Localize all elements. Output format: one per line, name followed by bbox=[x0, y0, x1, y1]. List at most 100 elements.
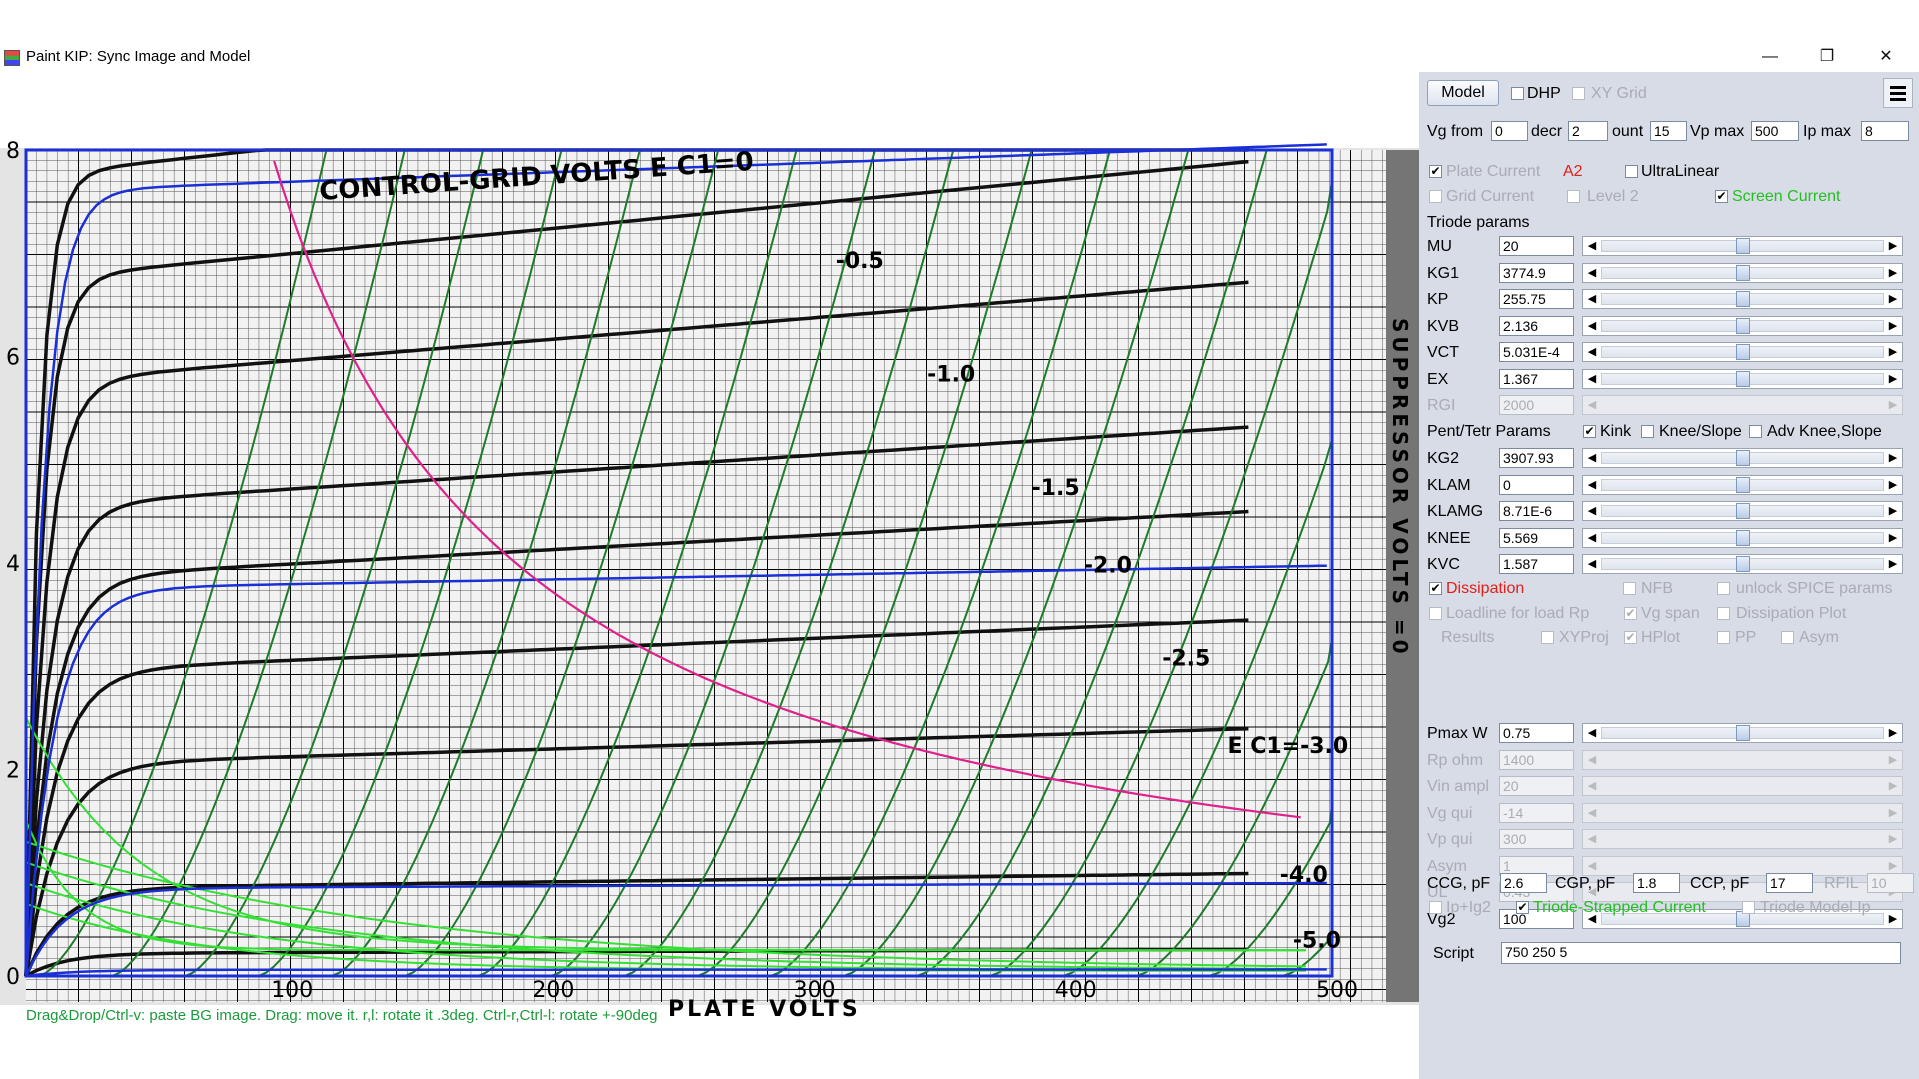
param-input[interactable]: 20 bbox=[1499, 776, 1574, 796]
hplot-checkbox[interactable]: ✔ bbox=[1624, 631, 1637, 644]
count-input[interactable]: 15 bbox=[1650, 121, 1687, 141]
slider-left-arrow-icon[interactable]: ◀ bbox=[1583, 237, 1601, 255]
screen-current-checkbox[interactable]: ✔ bbox=[1715, 190, 1728, 203]
param-slider[interactable]: ◀▶ bbox=[1582, 236, 1903, 256]
triode-model-checkbox[interactable] bbox=[1742, 901, 1755, 914]
param-slider[interactable]: ◀▶ bbox=[1582, 776, 1903, 796]
slider-thumb[interactable] bbox=[1735, 264, 1750, 281]
model-button[interactable]: Model bbox=[1427, 80, 1499, 106]
slider-right-arrow-icon[interactable]: ▶ bbox=[1884, 449, 1902, 467]
slider-left-arrow-icon[interactable]: ◀ bbox=[1583, 529, 1601, 547]
ipmax-input[interactable]: 8 bbox=[1861, 121, 1909, 141]
slider-thumb[interactable] bbox=[1735, 344, 1750, 360]
param-slider[interactable]: ◀▶ bbox=[1582, 315, 1903, 336]
knee-slope-checkbox[interactable] bbox=[1641, 425, 1654, 438]
slider-left-arrow-icon[interactable]: ◀ bbox=[1583, 804, 1601, 822]
param-input[interactable]: 0 bbox=[1499, 474, 1574, 495]
nfb-checkbox[interactable] bbox=[1623, 582, 1636, 595]
slider-right-arrow-icon[interactable]: ▶ bbox=[1884, 264, 1902, 282]
slider-left-arrow-icon[interactable]: ◀ bbox=[1583, 830, 1601, 848]
slider-right-arrow-icon[interactable]: ▶ bbox=[1884, 370, 1902, 388]
slider-left-arrow-icon[interactable]: ◀ bbox=[1583, 751, 1601, 769]
xyproj-checkbox[interactable] bbox=[1541, 631, 1554, 644]
slider-left-arrow-icon[interactable]: ◀ bbox=[1583, 476, 1601, 494]
slider-right-arrow-icon[interactable]: ▶ bbox=[1884, 343, 1902, 361]
slider-thumb[interactable] bbox=[1735, 556, 1750, 572]
restore-button[interactable]: ❐ bbox=[1804, 44, 1850, 70]
slider-right-arrow-icon[interactable]: ▶ bbox=[1884, 777, 1902, 795]
param-input[interactable]: 1.587 bbox=[1499, 554, 1574, 574]
param-input[interactable]: 0.75 bbox=[1499, 723, 1574, 743]
diss-plot-checkbox[interactable] bbox=[1717, 607, 1730, 620]
slider-thumb[interactable] bbox=[1735, 370, 1750, 387]
slider-thumb[interactable] bbox=[1735, 529, 1750, 546]
adv-knee-checkbox[interactable] bbox=[1749, 425, 1762, 438]
param-slider[interactable]: ◀▶ bbox=[1582, 855, 1903, 876]
slider-right-arrow-icon[interactable]: ▶ bbox=[1884, 317, 1902, 335]
param-slider[interactable]: ◀▶ bbox=[1582, 501, 1903, 521]
slider-right-arrow-icon[interactable]: ▶ bbox=[1884, 910, 1902, 928]
param-input[interactable]: 255.75 bbox=[1499, 289, 1574, 309]
param-input[interactable]: 5.031E-4 bbox=[1499, 342, 1574, 362]
param-slider[interactable]: ◀▶ bbox=[1582, 802, 1903, 823]
slider-right-arrow-icon[interactable]: ▶ bbox=[1884, 724, 1902, 742]
pp-checkbox[interactable] bbox=[1717, 631, 1730, 644]
slider-left-arrow-icon[interactable]: ◀ bbox=[1583, 555, 1601, 573]
close-button[interactable]: ✕ bbox=[1863, 44, 1909, 70]
vg-from-input[interactable]: 0 bbox=[1491, 121, 1528, 141]
slider-right-arrow-icon[interactable]: ▶ bbox=[1884, 830, 1902, 848]
slider-right-arrow-icon[interactable]: ▶ bbox=[1884, 804, 1902, 822]
slider-left-arrow-icon[interactable]: ◀ bbox=[1583, 449, 1601, 467]
slider-thumb[interactable] bbox=[1735, 291, 1750, 307]
cgp-input[interactable]: 1.8 bbox=[1633, 873, 1680, 893]
slider-right-arrow-icon[interactable]: ▶ bbox=[1884, 502, 1902, 520]
param-input[interactable]: 2000 bbox=[1499, 395, 1574, 415]
slider-thumb[interactable] bbox=[1735, 476, 1750, 493]
param-slider[interactable]: ◀▶ bbox=[1582, 342, 1903, 362]
rfil-input[interactable]: 10 bbox=[1867, 873, 1914, 893]
slider-right-arrow-icon[interactable]: ▶ bbox=[1884, 290, 1902, 308]
param-input[interactable]: -14 bbox=[1499, 802, 1574, 823]
param-input[interactable]: 3907.93 bbox=[1499, 448, 1574, 468]
param-input[interactable]: 1.367 bbox=[1499, 368, 1574, 389]
slider-left-arrow-icon[interactable]: ◀ bbox=[1583, 317, 1601, 335]
slider-left-arrow-icon[interactable]: ◀ bbox=[1583, 777, 1601, 795]
xygrid-checkbox[interactable] bbox=[1572, 87, 1585, 100]
param-slider[interactable]: ◀▶ bbox=[1582, 474, 1903, 495]
ccg-input[interactable]: 2.6 bbox=[1500, 873, 1547, 893]
unlock-checkbox[interactable] bbox=[1717, 582, 1730, 595]
results-label[interactable]: Results bbox=[1441, 628, 1494, 648]
level2-checkbox[interactable] bbox=[1567, 190, 1580, 203]
param-slider[interactable]: ◀▶ bbox=[1582, 554, 1903, 574]
decr-input[interactable]: 2 bbox=[1568, 121, 1608, 141]
kink-checkbox[interactable]: ✔ bbox=[1583, 425, 1596, 438]
triode-strapped-checkbox[interactable]: ✔ bbox=[1516, 901, 1529, 914]
minimize-button[interactable]: — bbox=[1747, 44, 1793, 70]
ccp-input[interactable]: 17 bbox=[1766, 873, 1813, 893]
menu-button[interactable] bbox=[1883, 78, 1913, 108]
slider-left-arrow-icon[interactable]: ◀ bbox=[1583, 343, 1601, 361]
param-slider[interactable]: ◀▶ bbox=[1582, 368, 1903, 389]
slider-thumb[interactable] bbox=[1735, 317, 1750, 334]
grid-current-checkbox[interactable] bbox=[1429, 190, 1442, 203]
ultralinear-checkbox[interactable] bbox=[1625, 165, 1638, 178]
plot-area[interactable]: CONTROL-GRID VOLTS E C1=0 PLATE VOLTS SU… bbox=[0, 118, 1419, 1025]
slider-left-arrow-icon[interactable]: ◀ bbox=[1583, 370, 1601, 388]
param-slider[interactable]: ◀▶ bbox=[1582, 289, 1903, 309]
slider-thumb[interactable] bbox=[1735, 503, 1750, 519]
slider-left-arrow-icon[interactable]: ◀ bbox=[1583, 857, 1601, 875]
param-slider[interactable]: ◀▶ bbox=[1582, 723, 1903, 743]
slider-right-arrow-icon[interactable]: ▶ bbox=[1884, 237, 1902, 255]
slider-left-arrow-icon[interactable]: ◀ bbox=[1583, 264, 1601, 282]
param-slider[interactable]: ◀▶ bbox=[1582, 262, 1903, 283]
slider-right-arrow-icon[interactable]: ▶ bbox=[1884, 529, 1902, 547]
param-slider[interactable]: ◀▶ bbox=[1582, 829, 1903, 849]
slider-right-arrow-icon[interactable]: ▶ bbox=[1884, 555, 1902, 573]
plot-canvas[interactable]: CONTROL-GRID VOLTS E C1=0 PLATE VOLTS SU… bbox=[0, 118, 1419, 1025]
slider-right-arrow-icon[interactable]: ▶ bbox=[1884, 857, 1902, 875]
param-input[interactable]: 1400 bbox=[1499, 749, 1574, 770]
vpmax-input[interactable]: 500 bbox=[1751, 121, 1799, 141]
param-input[interactable]: 20 bbox=[1499, 236, 1574, 256]
param-slider[interactable]: ◀▶ bbox=[1582, 395, 1903, 415]
slider-thumb[interactable] bbox=[1735, 450, 1750, 466]
